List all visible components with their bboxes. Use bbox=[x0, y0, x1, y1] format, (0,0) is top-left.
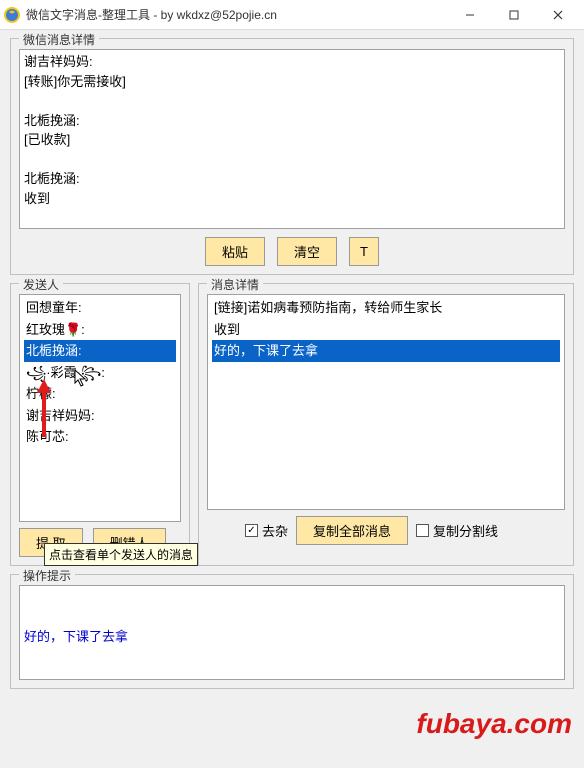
group-senders: 发送人 回想童年:红玫瑰🌹:北栀挽涵:꧁·彩霞·꧂:柠檬:谢吉祥妈妈:陈可芯: … bbox=[10, 283, 190, 566]
sender-list-item[interactable]: ꧁·彩霞·꧂: bbox=[24, 362, 176, 384]
sender-list-item[interactable]: 回想童年: bbox=[24, 297, 176, 319]
group-title: 操作提示 bbox=[19, 567, 75, 584]
sender-list-item[interactable]: 陈可芯: bbox=[24, 426, 176, 448]
sender-listbox[interactable]: 回想童年:红玫瑰🌹:北栀挽涵:꧁·彩霞·꧂:柠檬:谢吉祥妈妈:陈可芯: bbox=[19, 294, 181, 522]
window-title: 微信文字消息-整理工具 - by wkdxz@52pojie.cn bbox=[26, 6, 448, 23]
clear-button[interactable]: 清空 bbox=[277, 237, 337, 266]
group-title: 微信消息详情 bbox=[19, 31, 99, 48]
sender-list-item[interactable]: 谢吉祥妈妈: bbox=[24, 405, 176, 427]
sender-list-item[interactable]: 北栀挽涵: bbox=[24, 340, 176, 362]
message-list-item[interactable]: [链接]诺如病毒预防指南，转给师生家长 bbox=[212, 297, 560, 319]
group-wechat-detail: 微信消息详情 谢吉祥妈妈: [转账]你无需接收] 北栀挽涵: [已收款] 北栀挽… bbox=[10, 38, 574, 275]
message-textarea[interactable]: 谢吉祥妈妈: [转账]你无需接收] 北栀挽涵: [已收款] 北栀挽涵: 收到 ꧁… bbox=[19, 49, 565, 229]
app-icon bbox=[4, 7, 20, 23]
sender-list-item[interactable]: 红玫瑰🌹: bbox=[24, 319, 176, 341]
message-listbox[interactable]: [链接]诺如病毒预防指南，转给师生家长收到好的，下课了去拿 bbox=[207, 294, 565, 510]
message-list-item[interactable]: 好的，下课了去拿 bbox=[212, 340, 560, 362]
maximize-button[interactable] bbox=[492, 1, 536, 29]
close-button[interactable] bbox=[536, 1, 580, 29]
checkbox-box bbox=[416, 524, 429, 537]
clean-checkbox[interactable]: ✓ 去杂 bbox=[245, 521, 288, 540]
paste-button[interactable]: 粘贴 bbox=[205, 237, 265, 266]
titlebar: 微信文字消息-整理工具 - by wkdxz@52pojie.cn bbox=[0, 0, 584, 30]
group-title: 发送人 bbox=[19, 276, 63, 293]
tooltip: 点击查看单个发送人的消息 bbox=[44, 543, 198, 566]
message-list-item[interactable]: 收到 bbox=[212, 319, 560, 341]
tips-textarea[interactable]: 好的，下课了去拿 --------------- 选中的消息已被复制，如果要复制… bbox=[19, 585, 565, 680]
group-tips: 操作提示 好的，下课了去拿 --------------- 选中的消息已被复制，… bbox=[10, 574, 574, 689]
sender-list-item[interactable]: 柠檬: bbox=[24, 383, 176, 405]
minimize-button[interactable] bbox=[448, 1, 492, 29]
t-button[interactable]: T bbox=[349, 237, 379, 266]
watermark: fubaya.com bbox=[416, 708, 572, 740]
checkbox-box: ✓ bbox=[245, 524, 258, 537]
group-messages: 消息详情 [链接]诺如病毒预防指南，转给师生家长收到好的，下课了去拿 ✓ 去杂 … bbox=[198, 283, 574, 566]
divider-checkbox[interactable]: 复制分割线 bbox=[416, 521, 498, 540]
copy-all-button[interactable]: 复制全部消息 bbox=[296, 516, 408, 545]
group-title: 消息详情 bbox=[207, 276, 263, 293]
